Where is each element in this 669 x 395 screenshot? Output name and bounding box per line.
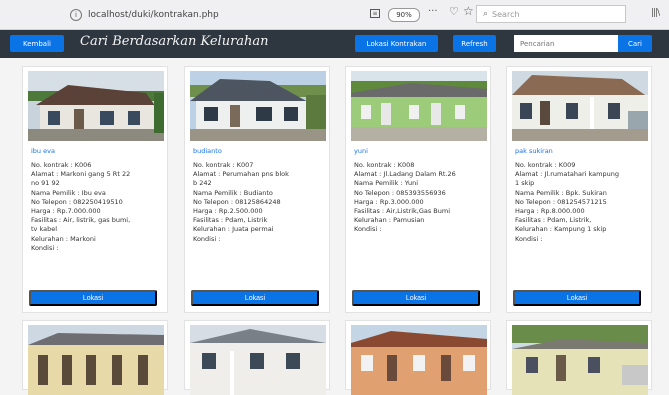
detail-line: Fasilitas : Pdam, Listrik xyxy=(193,216,268,225)
detail-line: Fasilitas : Air, listrik, gas bumi, xyxy=(31,216,131,225)
detail-line: Fasilitas : Pdam, Listrik, xyxy=(515,216,592,225)
search-input[interactable] xyxy=(514,35,618,52)
detail-line: Alamat : Markoni gang 5 Rt 22 xyxy=(31,170,131,179)
browser-toolbar: i localhost/duki/kontrakan.php ≡ 90% ···… xyxy=(0,0,669,30)
house-photo xyxy=(190,325,326,395)
detail-line: No Telepon : 085393556936 xyxy=(354,188,446,197)
detail-line: tv kabel xyxy=(31,225,58,234)
detail-line: b 242 xyxy=(193,179,212,188)
house-photo xyxy=(512,71,648,141)
library-icon[interactable]: |||\ xyxy=(651,8,660,18)
house-photo xyxy=(512,325,648,395)
detail-line: Harga : Rp.2.500.000 xyxy=(193,207,263,216)
detail-line: Alamat : Jl.rumatahari kampung xyxy=(515,170,619,179)
detail-line: Kondisi : xyxy=(515,234,543,243)
detail-line: Kelurahan : Pamusian xyxy=(354,216,425,225)
search-icon: ⌕ xyxy=(483,9,489,19)
listing-card: yuni No. kontrak : K008 Alamat : Jl.Lada… xyxy=(345,66,491,313)
detail-line: No. kontrak : K006 xyxy=(31,161,92,169)
lokasi-button[interactable]: Lokasi xyxy=(352,290,480,306)
refresh-button[interactable]: Refresh xyxy=(453,35,496,52)
house-photo xyxy=(190,71,326,141)
listing-details: No. kontrak : K009 Alamat : Jl.rumatahar… xyxy=(515,161,647,244)
lokasi-button[interactable]: Lokasi xyxy=(513,290,641,306)
detail-line: Nama Pemilik : Yuni xyxy=(354,179,419,188)
detail-line: No. kontrak : K008 xyxy=(354,161,415,169)
listing-details: No. kontrak : K007 Alamat : Perumahan pn… xyxy=(193,161,325,244)
detail-line: Harga : Rp.8.000.000 xyxy=(515,207,585,216)
detail-line: No. kontrak : K007 xyxy=(193,161,254,169)
pocket-icon[interactable]: ♡ xyxy=(449,5,459,18)
url-text: localhost/duki/kontrakan.php xyxy=(88,10,219,20)
listing-card xyxy=(22,320,168,395)
detail-line: Alamat : Jl.Ladang Dalam Rt.26 xyxy=(354,170,456,179)
house-photo xyxy=(351,325,487,395)
reader-view-icon[interactable]: ≡ xyxy=(370,9,380,18)
owner-link[interactable]: yuni xyxy=(354,147,368,155)
owner-link[interactable]: budianto xyxy=(193,147,222,155)
detail-line: No Telepon : 08125864248 xyxy=(193,197,281,206)
back-button[interactable]: Kembali xyxy=(10,35,64,52)
house-photo xyxy=(28,325,164,395)
detail-line: Harga : Rp.3.000.000 xyxy=(354,197,424,206)
detail-line: No Telepon : 081254571215 xyxy=(515,197,607,206)
browser-search-placeholder: Search xyxy=(492,9,520,19)
house-photo xyxy=(351,71,487,141)
detail-line: Kelurahan : Kampung 1 skip xyxy=(515,225,607,234)
listing-card xyxy=(345,320,491,395)
detail-line: 1 skip xyxy=(515,179,535,188)
info-icon[interactable]: i xyxy=(70,9,82,21)
listing-card: ibu eva No. kontrak : K006 Alamat : Mark… xyxy=(22,66,168,313)
detail-line: Fasilitas : Air,Listrik,Gas Bumi xyxy=(354,207,451,216)
listing-card: budianto No. kontrak : K007 Alamat : Per… xyxy=(184,66,330,313)
listing-card xyxy=(184,320,330,395)
detail-line: no 91 92 xyxy=(31,179,60,188)
page-title: Cari Berdasarkan Kelurahan xyxy=(80,34,269,49)
search-button[interactable]: Cari xyxy=(618,35,652,52)
detail-line: No Telepon : 082250419510 xyxy=(31,197,123,206)
detail-line: Nama Pemilik : Budianto xyxy=(193,188,273,197)
lokasi-button[interactable]: Lokasi xyxy=(29,290,157,306)
house-photo xyxy=(28,71,164,141)
detail-line: No. kontrak : K009 xyxy=(515,161,576,169)
listing-card xyxy=(506,320,652,395)
detail-line: Nama Pemilik : Ibu eva xyxy=(31,188,106,197)
lokasi-button[interactable]: Lokasi xyxy=(191,290,319,306)
page-actions-icon[interactable]: ··· xyxy=(428,6,438,17)
zoom-level[interactable]: 90% xyxy=(388,8,420,22)
detail-line: Kondisi : xyxy=(193,234,221,243)
lokasi-kontrakan-button[interactable]: Lokasi Kontrakan xyxy=(355,35,438,52)
detail-line: Kelurahan : Markoni xyxy=(31,234,96,243)
detail-line: Kondisi : xyxy=(31,243,59,252)
detail-line: Kondisi : xyxy=(354,225,382,234)
browser-search-input[interactable]: ⌕ Search xyxy=(476,5,626,23)
listing-details: No. kontrak : K006 Alamat : Markoni gang… xyxy=(31,161,163,253)
listing-card: pak sukiran No. kontrak : K009 Alamat : … xyxy=(506,66,652,313)
detail-line: Kelurahan : Juata permai xyxy=(193,225,274,234)
owner-link[interactable]: pak sukiran xyxy=(515,147,553,155)
listing-details: No. kontrak : K008 Alamat : Jl.Ladang Da… xyxy=(354,161,486,235)
detail-line: Nama Pemilik : Bpk. Sukiran xyxy=(515,188,607,197)
address-bar[interactable]: i localhost/duki/kontrakan.php xyxy=(70,6,219,24)
owner-link[interactable]: ibu eva xyxy=(31,147,55,155)
detail-line: Alamat : Perumahan pns blok xyxy=(193,170,289,179)
detail-line: Harga : Rp.7.000.000 xyxy=(31,207,101,216)
bookmark-star-icon[interactable]: ☆ xyxy=(463,4,474,18)
